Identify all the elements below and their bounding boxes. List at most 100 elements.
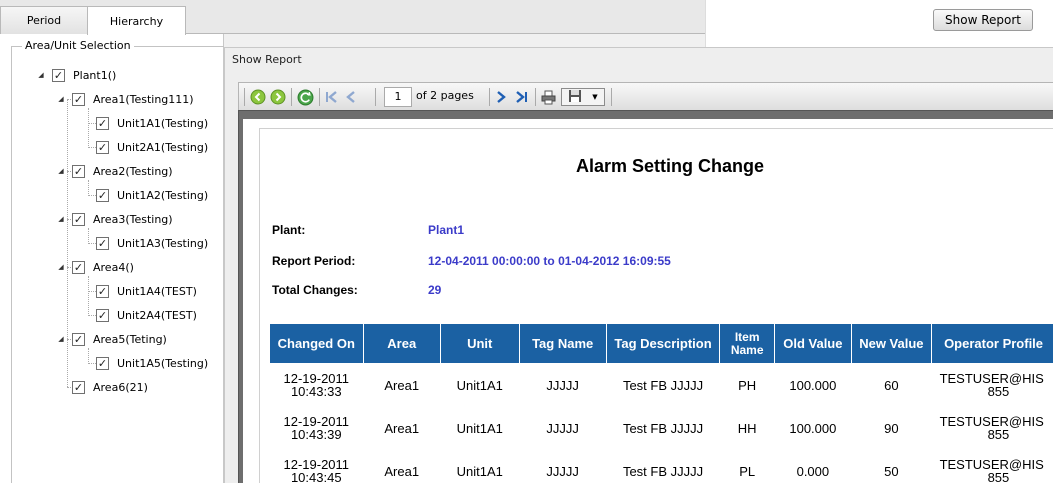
area-cell: Area1: [384, 377, 420, 393]
export-dropdown[interactable]: ▼: [561, 88, 605, 106]
collapse-triangle-icon[interactable]: ◢: [56, 214, 66, 224]
checkbox-unit1a2[interactable]: ✓: [96, 188, 109, 202]
unit-cell: Unit1A1: [456, 463, 503, 479]
column-header[interactable]: Operator Profile: [931, 323, 1053, 364]
checkbox-unit1a5[interactable]: ✓: [96, 356, 109, 370]
column-header[interactable]: Changed On: [269, 323, 364, 364]
tree-node-unit1a2[interactable]: ✓ Unit1A2(Testing): [96, 187, 208, 203]
chevron-down-icon: ▼: [592, 93, 598, 101]
table-header-row: Changed On Area Unit Tag Name Tag Descri…: [269, 323, 1053, 364]
old-value-cell: 100.000: [789, 420, 837, 436]
collapse-triangle-icon[interactable]: ◢: [36, 70, 46, 80]
tree-node-label: Area2(Testing): [93, 164, 173, 178]
checkbox-unit1a4[interactable]: ✓: [96, 284, 109, 298]
cell-operator-id: 855: [987, 470, 1010, 483]
unit-cell: Unit1A1: [456, 420, 503, 436]
total-changes-value: 29: [428, 283, 442, 297]
tree-node-label: Area1(Testing111): [93, 92, 194, 106]
toolbar-separator: [319, 88, 320, 106]
collapse-triangle-icon[interactable]: ◢: [56, 166, 66, 176]
tab-period-label: Period: [26, 14, 62, 27]
checkbox-unit2a4[interactable]: ✓: [96, 308, 109, 322]
tree-node-plant1[interactable]: ◢ ✓ Plant1(): [36, 67, 116, 83]
tab-hierarchy-label: Hierarchy: [109, 14, 164, 28]
tree-node-area3[interactable]: ◢ ✓ Area3(Testing): [56, 211, 173, 227]
tree-line: [88, 228, 89, 244]
print-icon[interactable]: [539, 88, 557, 106]
checkbox-area5[interactable]: ✓: [72, 332, 85, 346]
tree-node-area1[interactable]: ◢ ✓ Area1(Testing111): [56, 91, 194, 107]
tree-node-unit1a1[interactable]: ✓ Unit1A1(Testing): [96, 115, 208, 131]
column-header[interactable]: Item Name: [719, 323, 776, 364]
collapse-triangle-icon[interactable]: ◢: [56, 262, 66, 272]
tree-line: [88, 123, 96, 124]
forward-icon[interactable]: [269, 88, 287, 106]
checkbox-area3[interactable]: ✓: [72, 212, 85, 226]
back-icon[interactable]: [249, 88, 267, 106]
cell-time: 10:43:39: [290, 427, 342, 442]
tag-name-cell: JJJJJ: [546, 377, 579, 393]
table-row: 12-19-2011 10:43:33 Area1 Unit1A1 JJJJJ T…: [270, 364, 1053, 407]
previous-page-icon[interactable]: [343, 88, 359, 106]
table-row: 12-19-2011 10:43:39 Area1 Unit1A1 JJJJJ T…: [270, 407, 1053, 450]
next-page-icon[interactable]: [493, 88, 509, 106]
last-page-icon[interactable]: [512, 88, 530, 106]
column-header[interactable]: Tag Description: [605, 323, 721, 364]
tree-node-area5[interactable]: ◢ ✓ Area5(Teting): [56, 331, 167, 347]
tree-node-label: Unit1A2(Testing): [117, 188, 209, 202]
tree-node-area4[interactable]: ◢ ✓ Area4(): [56, 259, 134, 275]
tree-node-unit1a3[interactable]: ✓ Unit1A3(Testing): [96, 235, 208, 251]
tree-node-area2[interactable]: ◢ ✓ Area2(Testing): [56, 163, 173, 179]
tree-line: [88, 108, 89, 148]
item-name-cell: HH: [737, 420, 757, 436]
collapse-triangle-icon[interactable]: ◢: [56, 94, 66, 104]
hierarchy-panel: Area/Unit Selection ◢ ✓ Plant1() ◢ ✓ Are…: [0, 34, 224, 483]
tree-node-unit1a4[interactable]: ✓ Unit1A4(TEST): [96, 283, 197, 299]
show-report-window: Show Report 1 of 2 pages ▼ Alarm Setting…: [224, 47, 1053, 483]
tree-line: [88, 195, 96, 196]
tree-line: [88, 348, 89, 364]
column-header[interactable]: New Value: [850, 323, 933, 364]
checkbox-unit1a3[interactable]: ✓: [96, 236, 109, 250]
tree-line: [88, 363, 96, 364]
unit-cell: Unit1A1: [456, 377, 503, 393]
page-count-label: of 2 pages: [416, 89, 474, 102]
tree-node-unit1a5[interactable]: ✓ Unit1A5(Testing): [96, 355, 208, 371]
toolbar-separator: [611, 88, 612, 106]
old-value-cell: 0.000: [796, 463, 830, 479]
new-value-cell: 50: [884, 463, 899, 479]
toolbar-separator: [535, 88, 536, 106]
tab-period[interactable]: Period: [0, 6, 88, 34]
tree-node-unit2a1[interactable]: ✓ Unit2A1(Testing): [96, 139, 208, 155]
checkbox-area4[interactable]: ✓: [72, 260, 85, 274]
checkbox-plant1[interactable]: ✓: [52, 68, 65, 82]
column-header[interactable]: Area: [362, 323, 441, 364]
checkbox-area6[interactable]: ✓: [72, 380, 85, 394]
report-toolbar: 1 of 2 pages ▼: [238, 82, 1053, 110]
tree-node-label: Unit1A4(TEST): [117, 284, 197, 298]
collapse-triangle-icon[interactable]: ◢: [56, 334, 66, 344]
checkbox-unit2a1[interactable]: ✓: [96, 140, 109, 154]
checkbox-area2[interactable]: ✓: [72, 164, 85, 178]
plant-value: Plant1: [428, 223, 465, 237]
tree-node-unit2a4[interactable]: ✓ Unit2A4(TEST): [96, 307, 197, 323]
cell-time: 10:43:45: [290, 470, 342, 483]
tree-line: [88, 315, 96, 316]
cell-time: 10:43:33: [290, 384, 342, 400]
column-header[interactable]: Unit: [439, 323, 520, 364]
checkbox-area1[interactable]: ✓: [72, 92, 85, 106]
page-number-input[interactable]: 1: [384, 87, 412, 107]
tree-node-label: Area5(Teting): [93, 332, 167, 346]
report-period-label: Report Period:: [272, 254, 356, 268]
tab-hierarchy[interactable]: Hierarchy: [87, 6, 186, 35]
refresh-icon[interactable]: [295, 88, 315, 106]
tree-node-area6[interactable]: ✓ Area6(21): [72, 379, 148, 395]
column-header[interactable]: Tag Name: [518, 323, 607, 364]
checkbox-unit1a1[interactable]: ✓: [96, 116, 109, 130]
report-viewer[interactable]: Alarm Setting Change Plant: Plant1 Repor…: [238, 110, 1053, 483]
table-row: 12-19-2011 10:43:45 Area1 Unit1A1 JJJJJ T…: [270, 450, 1053, 483]
first-page-icon[interactable]: [323, 88, 341, 106]
show-report-button[interactable]: Show Report: [933, 9, 1033, 31]
column-header[interactable]: Old Value: [774, 323, 852, 364]
total-changes-label: Total Changes:: [272, 283, 358, 297]
